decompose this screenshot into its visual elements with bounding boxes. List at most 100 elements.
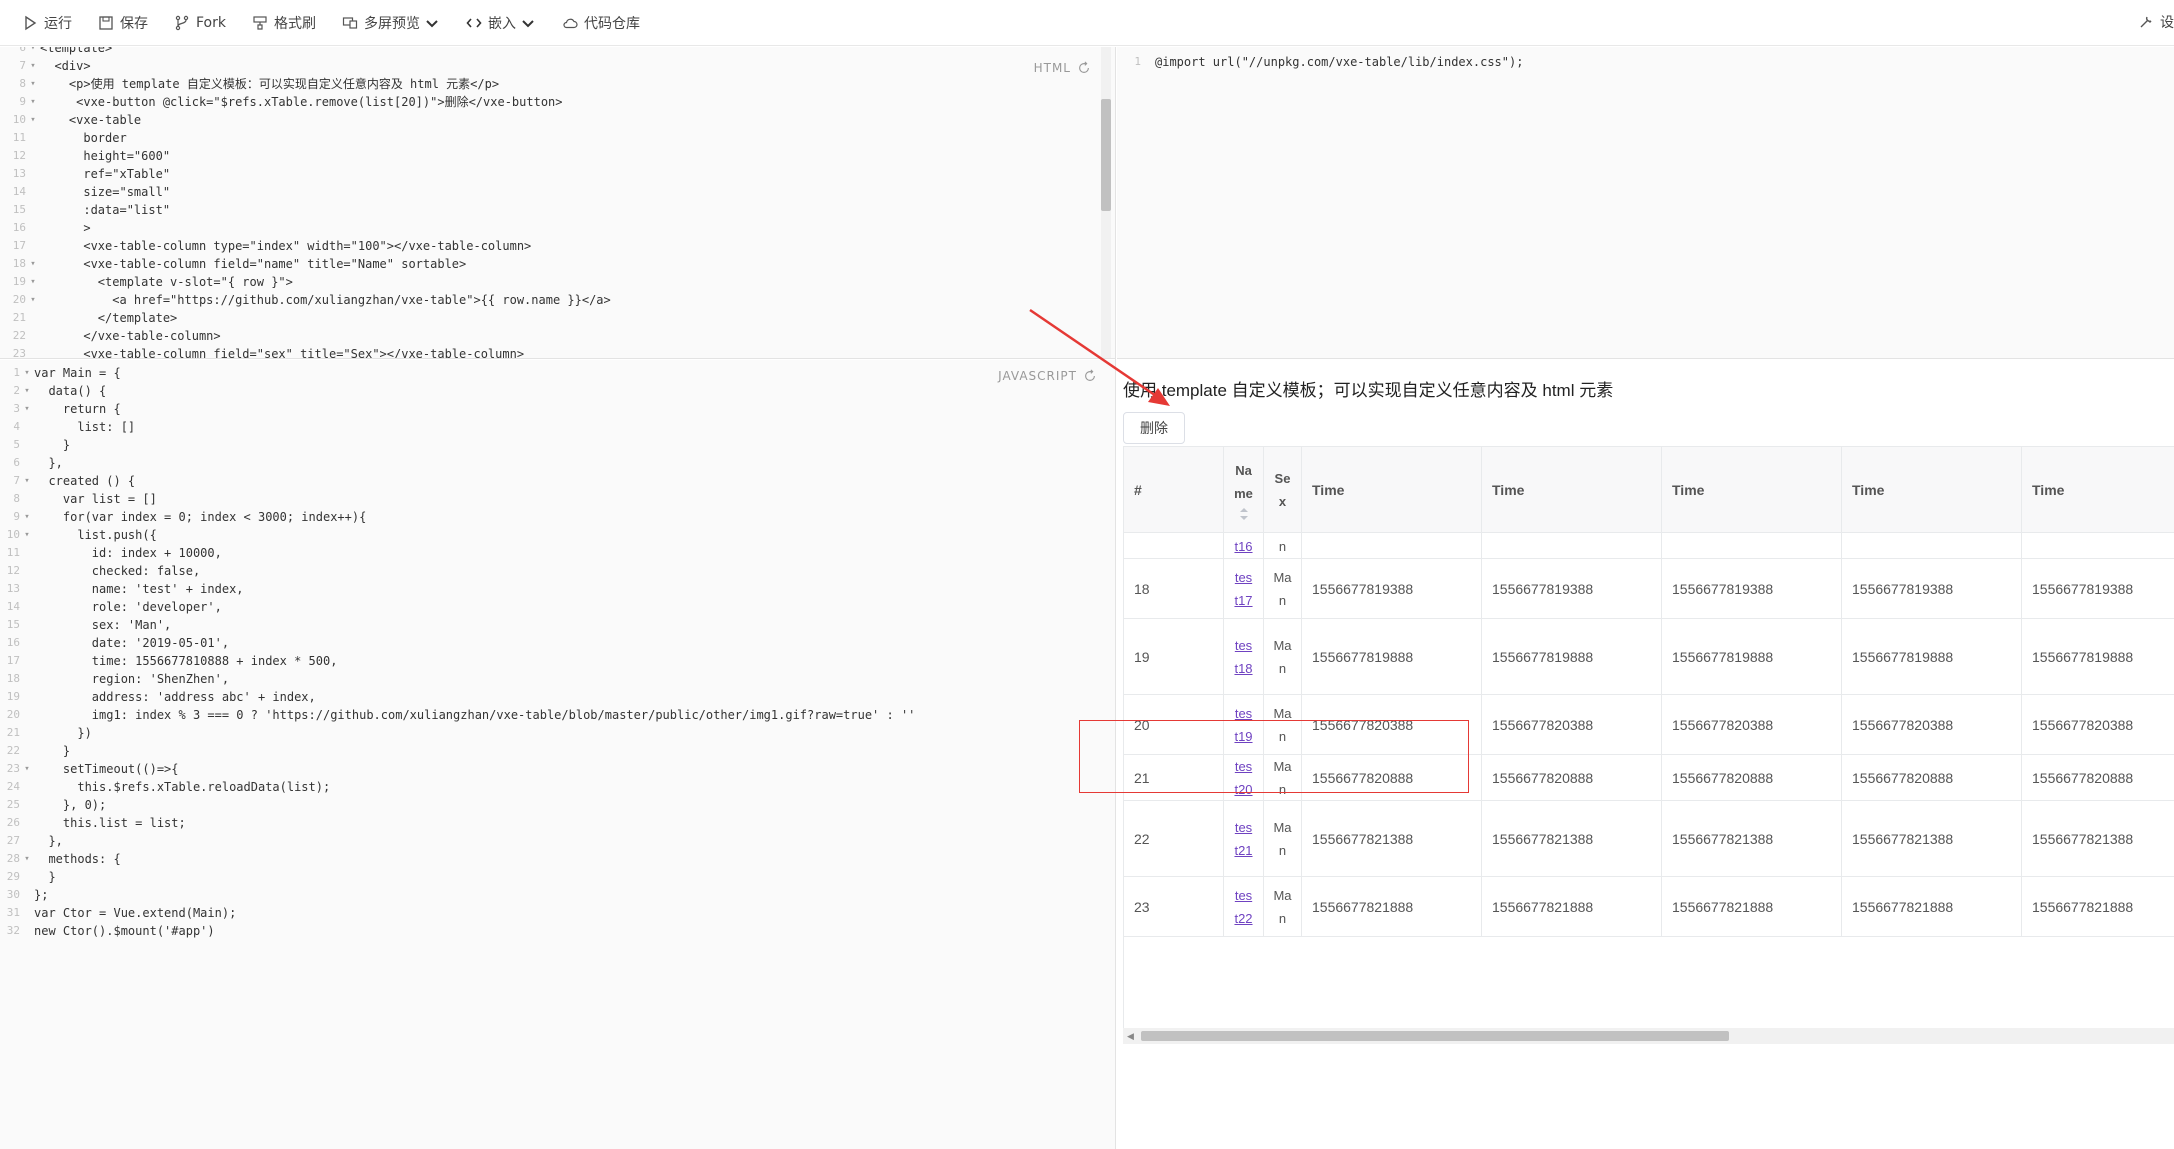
fold-marker[interactable] bbox=[26, 327, 40, 345]
format-button[interactable]: 格式刷 bbox=[252, 13, 316, 33]
fold-marker[interactable]: ▾ bbox=[20, 364, 34, 382]
fold-marker[interactable]: ▾ bbox=[20, 472, 34, 490]
sort-icon[interactable] bbox=[1239, 507, 1249, 521]
fold-marker[interactable]: ▾ bbox=[20, 382, 34, 400]
html-editor[interactable]: 6 ▾ <template> 7 ▾ <div> 8 ▾ <p>使用 template 自定… bbox=[0, 47, 1115, 359]
name-link-line2[interactable]: t17 bbox=[1234, 589, 1252, 612]
delete-button[interactable]: 删除 bbox=[1123, 412, 1185, 444]
code-line[interactable]: 14 size="small" bbox=[6, 183, 611, 201]
table-row[interactable]: 18 tes t17 Ma n 1556677819388 1556677819388 155… bbox=[1124, 559, 2174, 619]
fold-marker[interactable] bbox=[1141, 53, 1155, 71]
fold-marker[interactable] bbox=[20, 778, 34, 796]
embed-dropdown[interactable]: 嵌入 bbox=[466, 13, 536, 33]
code-line[interactable]: 18 region: 'ShenZhen', bbox=[0, 670, 915, 688]
refresh-icon[interactable] bbox=[1083, 369, 1097, 383]
fold-marker[interactable] bbox=[20, 436, 34, 454]
css-code[interactable]: 1 @import url("//unpkg.com/vxe-table/lib/… bbox=[1121, 53, 1523, 71]
code-line[interactable]: 30}; bbox=[0, 886, 915, 904]
fold-marker[interactable] bbox=[20, 706, 34, 724]
code-line[interactable]: 19 address: 'address abc' + index, bbox=[0, 688, 915, 706]
column-header-sex[interactable]: Se x bbox=[1264, 447, 1302, 532]
code-line[interactable]: 13 name: 'test' + index, bbox=[0, 580, 915, 598]
fold-marker[interactable]: ▾ bbox=[26, 291, 40, 309]
code-line[interactable]: 12 checked: false, bbox=[0, 562, 915, 580]
fold-marker[interactable] bbox=[26, 219, 40, 237]
fold-marker[interactable]: ▾ bbox=[20, 508, 34, 526]
table-row[interactable]: 22 tes t21 Ma n 1556677821388 1556677821388 155… bbox=[1124, 801, 2174, 877]
fold-marker[interactable] bbox=[20, 634, 34, 652]
fold-marker[interactable] bbox=[20, 490, 34, 508]
code-line[interactable]: 1 @import url("//unpkg.com/vxe-table/lib/… bbox=[1121, 53, 1523, 71]
html-scrollbar-thumb[interactable] bbox=[1101, 99, 1111, 211]
fold-marker[interactable] bbox=[20, 922, 34, 940]
fold-marker[interactable] bbox=[26, 201, 40, 219]
multi-preview-dropdown[interactable]: 多屏预览 bbox=[342, 13, 440, 33]
code-line[interactable]: 15 :data="list" bbox=[6, 201, 611, 219]
code-line[interactable]: 24 this.$refs.xTable.reloadData(list); bbox=[0, 778, 915, 796]
fold-marker[interactable] bbox=[20, 454, 34, 472]
fold-marker[interactable]: ▾ bbox=[26, 255, 40, 273]
fold-marker[interactable] bbox=[20, 598, 34, 616]
fold-marker[interactable] bbox=[20, 796, 34, 814]
fold-marker[interactable] bbox=[26, 165, 40, 183]
code-line[interactable]: 20 img1: index % 3 === 0 ? 'https://gith… bbox=[0, 706, 916, 724]
code-line[interactable]: 11 id: index + 10000, bbox=[0, 544, 915, 562]
javascript-code[interactable]: 1 ▾ var Main = {2 ▾ data() {3 ▾ return {4 li… bbox=[0, 364, 916, 940]
column-header-time-4[interactable]: Time bbox=[1842, 447, 2022, 532]
name-link-line1[interactable]: tes bbox=[1235, 884, 1252, 907]
code-line[interactable]: 21 }) bbox=[0, 724, 915, 742]
fold-marker[interactable] bbox=[20, 670, 34, 688]
fold-marker[interactable] bbox=[20, 562, 34, 580]
fold-marker[interactable] bbox=[20, 580, 34, 598]
code-line[interactable]: 16 date: '2019-05-01', bbox=[0, 634, 915, 652]
code-line[interactable]: 27 }, bbox=[0, 832, 915, 850]
code-line[interactable]: 17 time: 1556677810888 + index * 500, bbox=[0, 652, 915, 670]
settings-button[interactable]: 设 bbox=[2138, 12, 2174, 32]
code-line[interactable]: 28 ▾ methods: { bbox=[0, 850, 915, 868]
name-link-line1[interactable]: tes bbox=[1235, 566, 1252, 589]
fold-marker[interactable] bbox=[20, 904, 34, 922]
fold-marker[interactable]: ▾ bbox=[20, 850, 34, 868]
code-line[interactable]: 7 ▾ <div> bbox=[6, 57, 611, 75]
name-link-line2[interactable]: t21 bbox=[1234, 839, 1252, 862]
code-line[interactable]: 4 list: [] bbox=[0, 418, 915, 436]
fold-marker[interactable]: ▾ bbox=[20, 400, 34, 418]
code-line[interactable]: 15 sex: 'Man', bbox=[0, 616, 915, 634]
fold-marker[interactable] bbox=[26, 129, 40, 147]
fold-marker[interactable] bbox=[26, 183, 40, 201]
code-line[interactable]: 31 var Ctor = Vue.extend(Main); bbox=[0, 904, 915, 922]
code-line[interactable]: 18 ▾ <vxe-table-column field="name" title… bbox=[6, 255, 611, 273]
code-line[interactable]: 25 }, 0); bbox=[0, 796, 915, 814]
fold-marker[interactable]: ▾ bbox=[20, 760, 34, 778]
fold-marker[interactable] bbox=[26, 309, 40, 327]
name-link[interactable]: t16 bbox=[1234, 535, 1252, 558]
fold-marker[interactable] bbox=[20, 688, 34, 706]
code-line[interactable]: 22 </vxe-table-column> bbox=[6, 327, 611, 345]
fold-marker[interactable] bbox=[20, 652, 34, 670]
code-line[interactable]: 12 height="600" bbox=[6, 147, 611, 165]
code-line[interactable]: 13 ref="xTable" bbox=[6, 165, 611, 183]
fold-marker[interactable]: ▾ bbox=[26, 273, 40, 291]
column-header-time-5[interactable]: Time bbox=[2022, 447, 2174, 532]
code-line[interactable]: 8 ▾ <p>使用 template 自定义模板：可以实现自定义任意内容及 htm… bbox=[6, 75, 611, 93]
fold-marker[interactable] bbox=[26, 147, 40, 165]
html-code[interactable]: 6 ▾ <template> 7 ▾ <div> 8 ▾ <p>使用 template 自定… bbox=[6, 47, 611, 358]
fold-marker[interactable] bbox=[20, 724, 34, 742]
code-line[interactable]: 5 } bbox=[0, 436, 915, 454]
name-link-line1[interactable]: tes bbox=[1235, 816, 1252, 839]
code-line[interactable]: 8 var list = [] bbox=[0, 490, 915, 508]
name-link-line2[interactable]: t18 bbox=[1234, 657, 1252, 680]
fold-marker[interactable] bbox=[20, 742, 34, 760]
code-line[interactable]: 6 }, bbox=[0, 454, 915, 472]
code-line[interactable]: 1 ▾ var Main = { bbox=[0, 364, 915, 382]
fold-marker[interactable] bbox=[20, 418, 34, 436]
code-line[interactable]: 3 ▾ return { bbox=[0, 400, 915, 418]
name-link-line1[interactable]: tes bbox=[1235, 634, 1252, 657]
javascript-editor[interactable]: 1 ▾ var Main = {2 ▾ data() {3 ▾ return {4 li… bbox=[0, 360, 1115, 1149]
code-line[interactable]: 10 ▾ list.push({ bbox=[0, 526, 915, 544]
scroll-left-icon[interactable]: ◀ bbox=[1127, 1031, 1134, 1042]
code-line[interactable]: 10 ▾ <vxe-table bbox=[6, 111, 611, 129]
refresh-icon[interactable] bbox=[1077, 61, 1091, 75]
code-line[interactable]: 9 ▾ <vxe-button @click="$refs.xTable.remo… bbox=[6, 93, 611, 111]
table-scrollbar-thumb[interactable] bbox=[1141, 1031, 1729, 1041]
